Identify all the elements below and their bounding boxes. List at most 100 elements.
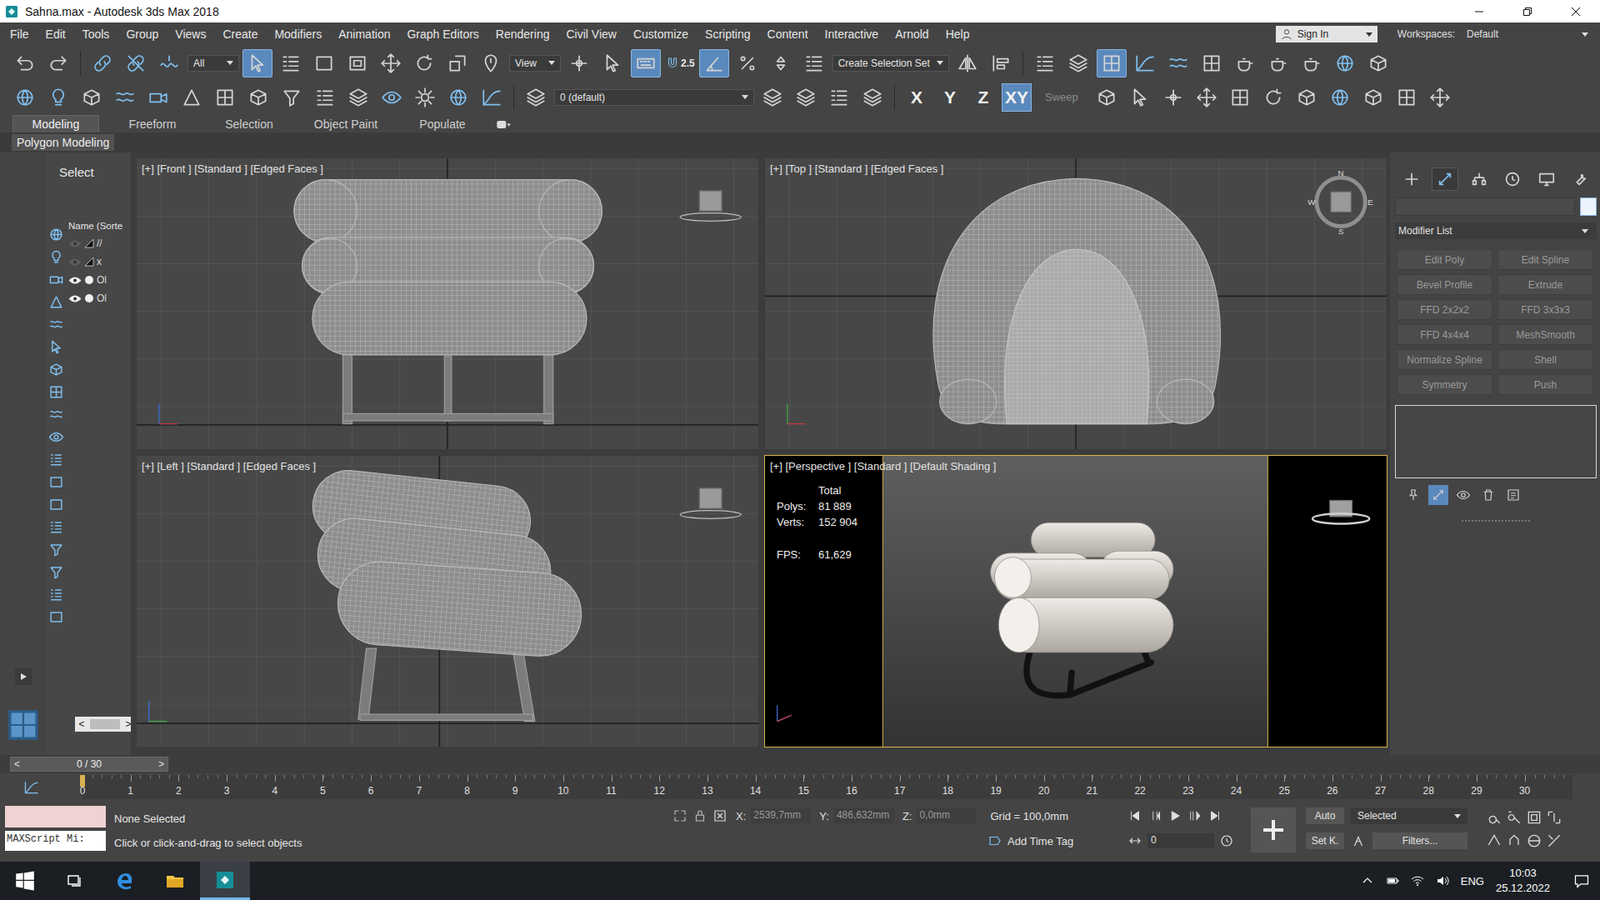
toolbar-button[interactable] [1163,49,1194,78]
list-icon[interactable] [48,518,65,536]
menu-item[interactable]: Create [214,27,266,41]
start-button[interactable] [0,861,50,900]
toolbar-button[interactable] [520,83,551,112]
object-row[interactable]: x [68,252,131,271]
modifier-button[interactable]: Push [1497,374,1594,395]
modifier-button[interactable]: Bevel Profile [1396,274,1493,295]
compass-icon[interactable]: NESW [1307,168,1374,237]
add-time-tag[interactable]: Add Time Tag [1007,835,1074,848]
toolbar-button[interactable] [10,49,40,78]
toolbar-button[interactable] [10,83,40,112]
toolbar-button[interactable] [857,83,888,112]
toolbar-button[interactable] [375,49,406,78]
key-filter-dropdown[interactable]: Selected [1350,807,1468,825]
chair-front-view[interactable] [136,158,759,450]
region-icon[interactable] [48,473,65,491]
toolbar-button[interactable] [1330,49,1360,78]
navigation-icon[interactable] [1525,809,1543,826]
viewport-label[interactable]: [+] [Top ] [Standard ] [Edged Faces ] [770,162,944,175]
toolbar-button[interactable] [824,83,855,112]
menu-item[interactable]: Scripting [696,27,759,41]
menu-item[interactable]: Animation [330,27,399,41]
toolbar-button[interactable] [1363,49,1394,78]
toolbar-button[interactable] [1096,49,1127,78]
box-icon[interactable] [48,360,65,379]
taskbar-app[interactable] [100,861,150,900]
modifier-button[interactable]: Edit Poly [1396,249,1493,270]
axis-constraint-button[interactable]: XY [1001,83,1032,112]
toolbar-button[interactable] [476,83,507,112]
isolate-icon[interactable] [672,808,688,824]
set-key-button[interactable] [1250,807,1296,853]
chair-perspective-view[interactable] [777,455,1370,747]
volume-icon[interactable] [1435,874,1450,888]
list-icon[interactable] [48,450,65,469]
menu-item[interactable]: Views [166,27,215,41]
stack-tool-button[interactable] [1428,485,1449,505]
toolbar-button[interactable] [343,83,374,112]
menu-item[interactable]: Tools [74,27,119,41]
time-slider-thumb[interactable]: <0 / 30> [10,756,169,772]
axis-constraint-button[interactable]: Y [935,83,965,112]
toolbar-button[interactable] [310,83,340,112]
ribbon-tab[interactable]: Selection [205,115,293,133]
toolbar-button[interactable] [342,49,373,78]
eye-icon[interactable] [68,239,82,249]
modifier-button[interactable]: Extrude [1497,274,1594,295]
mini-curve-editor-icon[interactable] [23,779,40,796]
eye-icon[interactable] [68,257,82,267]
toolbar-button[interactable] [1230,49,1260,78]
toolbar-dropdown[interactable]: Create Selection Set [832,55,950,72]
toolbar-button[interactable] [87,49,118,78]
axis-constraint-button[interactable]: X [901,83,932,112]
toolbar-button[interactable] [1358,83,1389,112]
modifier-button[interactable]: Symmetry [1396,374,1493,395]
menu-item[interactable]: Help [937,27,979,41]
schematic-icon[interactable] [48,383,65,401]
battery-icon[interactable] [1385,874,1400,888]
command-panel-tab[interactable] [1499,167,1526,191]
toolbar-button[interactable] [1158,83,1189,112]
eye-icon[interactable] [48,428,65,446]
toolbar-button[interactable] [564,49,595,78]
toolbar-button[interactable] [630,49,661,78]
ribbon-tab[interactable]: Modeling [12,115,100,133]
modifier-button[interactable]: FFD 4x4x4 [1396,324,1493,345]
toolbar-button[interactable] [1130,49,1160,78]
command-panel-tab[interactable] [1398,167,1425,191]
toolbar-button[interactable] [1263,49,1294,78]
navigation-icon[interactable] [1525,832,1543,850]
list-icon[interactable] [48,585,65,604]
toolbar-button[interactable] [1063,49,1094,78]
toolbar-dropdown[interactable]: 0 (default) [554,89,755,106]
region-icon[interactable] [48,495,65,514]
space-warp-icon[interactable] [48,315,65,334]
notifications-icon[interactable] [1573,872,1590,890]
ribbon-tab[interactable]: Populate [399,115,486,133]
toolbar-button[interactable] [1125,83,1155,112]
toolbar-button[interactable] [43,49,74,78]
current-frame-marker[interactable] [80,775,85,787]
playback-icon[interactable] [1187,808,1203,824]
toolbar-button[interactable] [410,83,440,112]
stack-tool-button[interactable] [1453,485,1474,505]
key-target-icon[interactable] [1350,833,1366,849]
command-panel-tab[interactable] [1566,167,1594,191]
navigation-icon[interactable] [1545,809,1563,826]
menu-item[interactable]: Modifiers [265,27,330,41]
toolbar-button[interactable] [1391,83,1422,112]
object-row[interactable]: Ol [68,289,131,308]
menu-item[interactable]: Civil View [557,27,625,41]
modifier-list-dropdown[interactable]: Modifier List [1395,222,1597,240]
modifier-button[interactable]: FFD 2x2x2 [1396,299,1493,320]
axis-constraint-button[interactable]: Z [968,83,999,112]
lock-icon[interactable] [692,808,708,824]
playback-icon[interactable] [1167,808,1183,824]
playback-icon[interactable] [1147,808,1163,824]
ribbon-panel-label[interactable]: Polygon Modeling [11,134,115,151]
space-warp-icon[interactable] [48,405,65,424]
close-button[interactable] [1551,0,1600,23]
viewport-canvas[interactable] [765,455,1387,747]
taskbar-app[interactable] [50,861,100,900]
menu-item[interactable]: Group [117,27,167,41]
